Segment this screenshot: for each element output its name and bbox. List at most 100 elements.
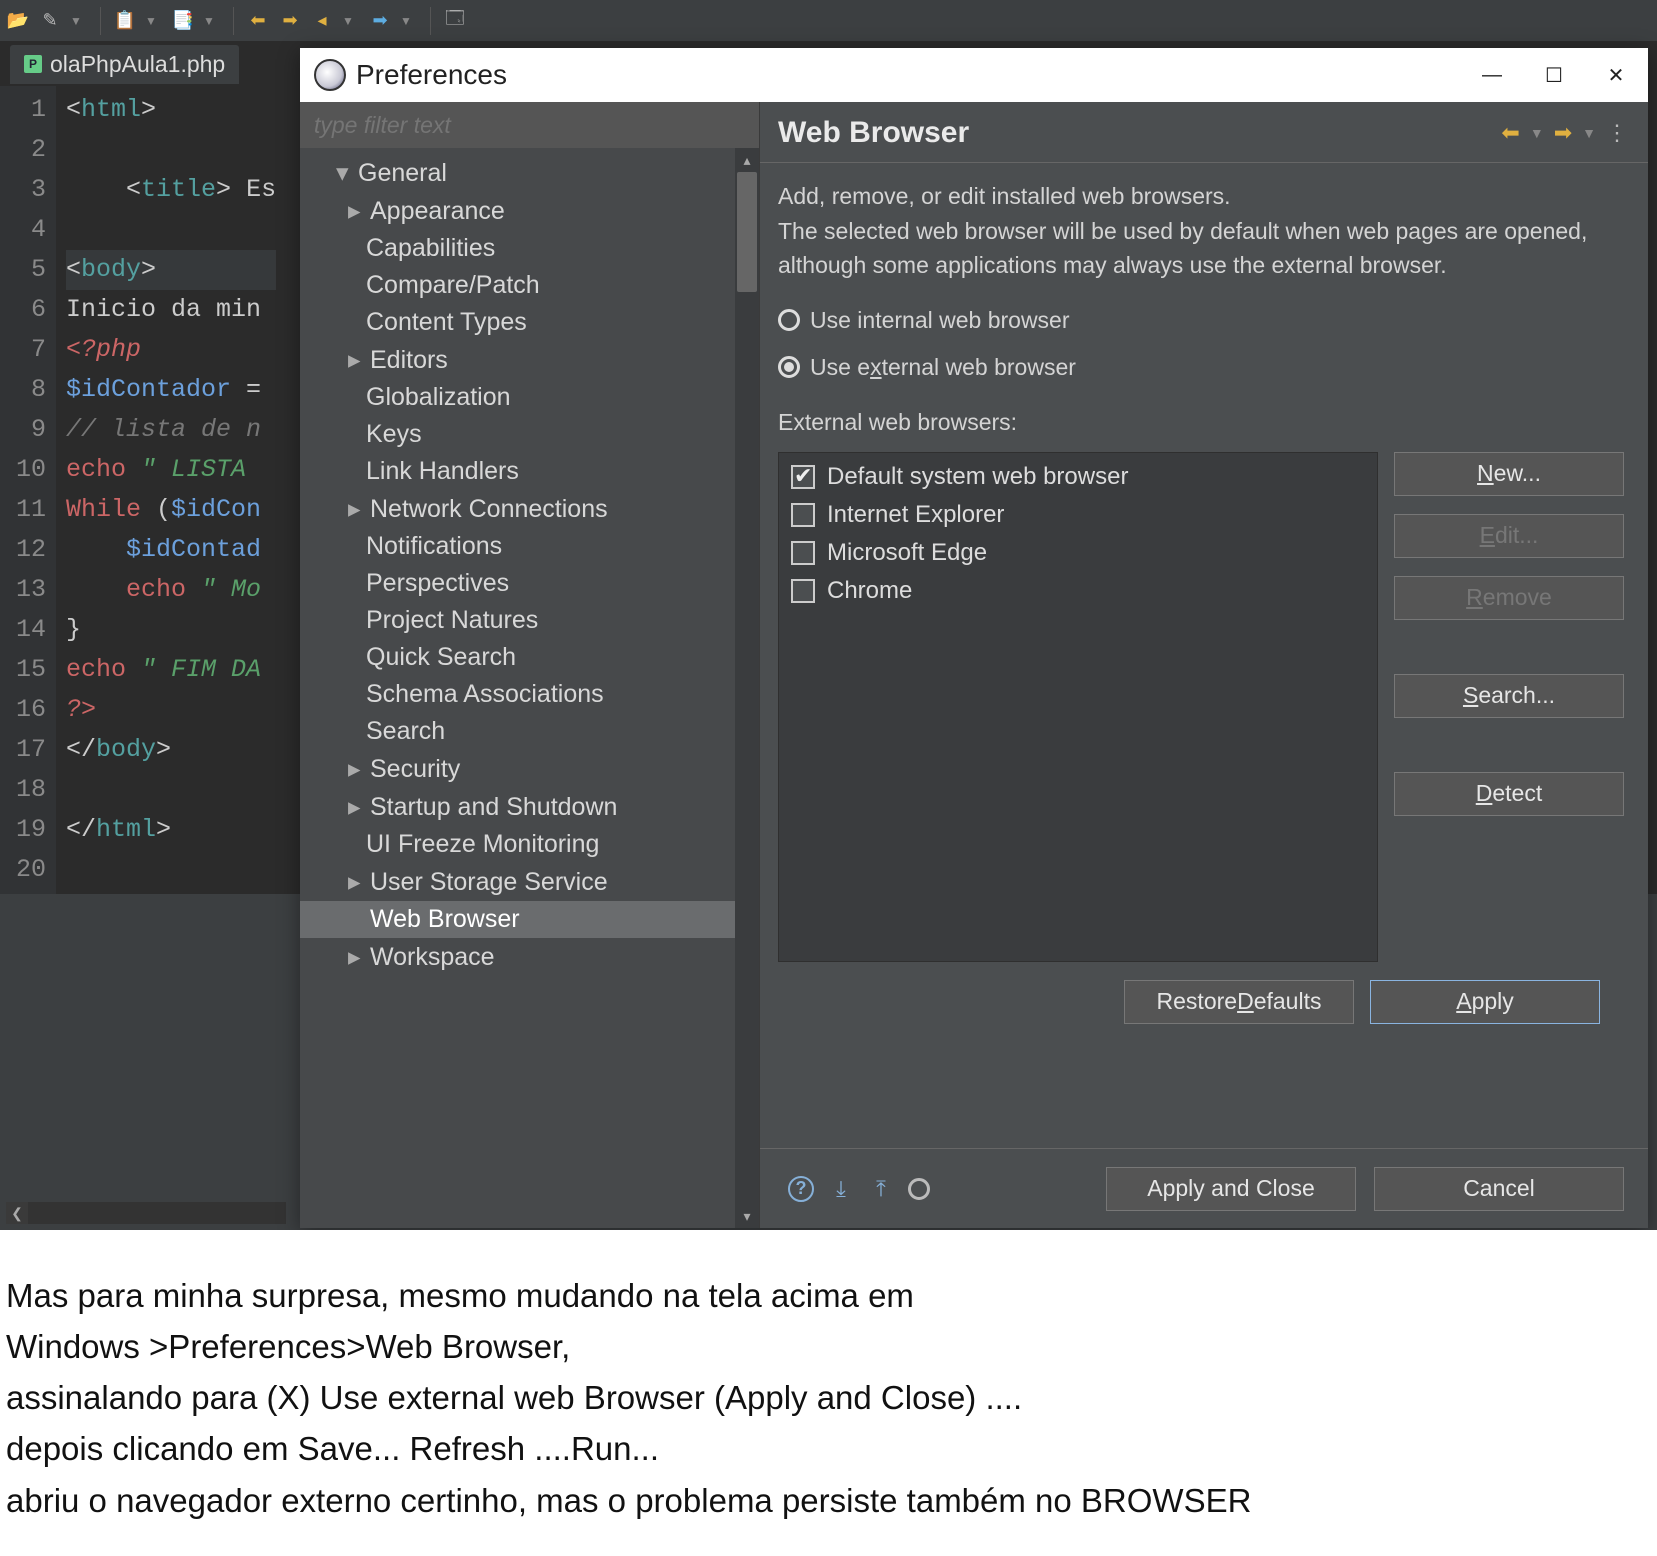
nav-forward-icon[interactable]: ➡ bbox=[278, 9, 302, 33]
scroll-up-icon[interactable]: ▴ bbox=[735, 148, 759, 172]
detect-button[interactable]: Detect bbox=[1394, 772, 1624, 816]
page-description: Add, remove, or edit installed web brows… bbox=[778, 179, 1624, 283]
dialog-titlebar: Preferences — ☐ ✕ bbox=[300, 48, 1648, 102]
ide-toolbar: 📂 ✎ ▼ 📋 ▼ 📑 ▼ ⬅ ➡ ◂ ▼ ➡ ▼ 🗔 bbox=[0, 0, 1657, 42]
browser-list-item[interactable]: Chrome bbox=[791, 577, 1365, 605]
scroll-track[interactable] bbox=[28, 1202, 286, 1224]
separator bbox=[100, 7, 101, 35]
status-icon bbox=[908, 1178, 930, 1200]
nav-back-icon[interactable]: ⬅ bbox=[246, 9, 270, 33]
browser-list-item[interactable]: Default system web browser bbox=[791, 463, 1365, 491]
maximize-button[interactable]: ☐ bbox=[1544, 65, 1564, 85]
radio-external-browser[interactable]: Use external web browser bbox=[778, 354, 1624, 381]
horizontal-scrollbar[interactable]: ❮ bbox=[6, 1202, 286, 1224]
dropdown-icon[interactable]: ▼ bbox=[394, 9, 418, 33]
tree-item[interactable]: Search bbox=[300, 713, 759, 750]
checkbox-icon[interactable] bbox=[791, 579, 815, 603]
preferences-dialog: Preferences — ☐ ✕ ▴ ▾ ▾General▸Appearanc… bbox=[300, 48, 1648, 1228]
editor-tab-label: olaPhpAula1.php bbox=[50, 51, 225, 78]
scroll-down-icon[interactable]: ▾ bbox=[735, 1204, 759, 1228]
tree-item[interactable]: ▸Workspace bbox=[300, 938, 759, 976]
dropdown-icon[interactable]: ▼ bbox=[197, 9, 221, 33]
new-button[interactable]: New... bbox=[1394, 452, 1624, 496]
minimize-button[interactable]: — bbox=[1482, 65, 1502, 85]
tree-item[interactable]: ▾General bbox=[300, 154, 759, 192]
checkbox-icon[interactable] bbox=[791, 503, 815, 527]
tree-item[interactable]: Keys bbox=[300, 416, 759, 453]
filter-input[interactable] bbox=[300, 102, 759, 148]
tree-item[interactable]: ▸Network Connections bbox=[300, 490, 759, 528]
radio-icon[interactable] bbox=[778, 356, 800, 378]
nav-back-icon[interactable]: ⬅ bbox=[1501, 120, 1519, 146]
nav-back-small-icon[interactable]: ◂ bbox=[310, 9, 334, 33]
scroll-thumb[interactable] bbox=[737, 172, 757, 292]
checkbox-icon[interactable] bbox=[791, 465, 815, 489]
tree-item[interactable]: Schema Associations bbox=[300, 676, 759, 713]
tree-item[interactable]: ▸Appearance bbox=[300, 192, 759, 230]
tree-item[interactable]: UI Freeze Monitoring bbox=[300, 826, 759, 863]
tree-item[interactable]: Capabilities bbox=[300, 230, 759, 267]
preferences-page: Web Browser ⬅ ▼ ➡ ▼ ⋮ Add, remove, or ed… bbox=[760, 102, 1648, 1228]
close-button[interactable]: ✕ bbox=[1606, 65, 1626, 85]
radio-internal-browser[interactable]: Use internal web browser bbox=[778, 307, 1624, 334]
browser-list-item[interactable]: Microsoft Edge bbox=[791, 539, 1365, 567]
toolbar-icon[interactable]: 🗔 bbox=[443, 9, 467, 33]
dropdown-icon[interactable]: ▼ bbox=[64, 9, 88, 33]
preferences-page-header: Web Browser ⬅ ▼ ➡ ▼ ⋮ bbox=[760, 102, 1648, 163]
search-button[interactable]: Search... bbox=[1394, 674, 1624, 718]
restore-defaults-button[interactable]: Restore Defaults bbox=[1124, 980, 1354, 1024]
text-line: Windows >Preferences>Web Browser, bbox=[6, 1321, 1651, 1372]
cancel-button[interactable]: Cancel bbox=[1374, 1167, 1624, 1211]
tree-item[interactable]: Web Browser bbox=[300, 901, 759, 938]
toolbar-icon[interactable]: 📂 bbox=[6, 9, 30, 33]
dropdown-icon[interactable]: ▼ bbox=[336, 9, 360, 33]
tree-item[interactable]: Link Handlers bbox=[300, 453, 759, 490]
tree-item[interactable]: Globalization bbox=[300, 379, 759, 416]
tree-item[interactable]: Perspectives bbox=[300, 565, 759, 602]
checkbox-icon[interactable] bbox=[791, 541, 815, 565]
import-icon[interactable]: ⤓ bbox=[828, 1176, 854, 1202]
nav-forward-blue-icon[interactable]: ➡ bbox=[368, 9, 392, 33]
tree-scrollbar[interactable]: ▴ ▾ bbox=[735, 148, 759, 1228]
php-file-icon: P bbox=[24, 55, 42, 73]
dialog-footer: ? ⤓ ⤒ Apply and Close Cancel bbox=[760, 1148, 1648, 1228]
toolbar-icon[interactable]: 📋 bbox=[113, 9, 137, 33]
nav-forward-icon[interactable]: ➡ bbox=[1554, 120, 1572, 146]
browser-list-item[interactable]: Internet Explorer bbox=[791, 501, 1365, 529]
browser-label: Default system web browser bbox=[827, 463, 1128, 491]
toolbar-icon[interactable]: 📑 bbox=[171, 9, 195, 33]
export-icon[interactable]: ⤒ bbox=[868, 1176, 894, 1202]
editor-tab[interactable]: P olaPhpAula1.php bbox=[10, 45, 239, 84]
tree-item[interactable]: ▸Startup and Shutdown bbox=[300, 788, 759, 826]
text-line: Mas para minha surpresa, mesmo mudando n… bbox=[6, 1270, 1651, 1321]
radio-icon[interactable] bbox=[778, 309, 800, 331]
tree-item[interactable]: Project Natures bbox=[300, 602, 759, 639]
dropdown-icon[interactable]: ▼ bbox=[1530, 125, 1544, 141]
text-line: abriu o navegador externo certinho, mas … bbox=[6, 1475, 1651, 1526]
line-number-gutter: 1234567891011121314151617181920 bbox=[0, 86, 56, 894]
code-content[interactable]: <html> <title> Es <body>Inicio da min<?p… bbox=[56, 86, 276, 894]
apply-button[interactable]: Apply bbox=[1370, 980, 1600, 1024]
tree-item[interactable]: Content Types bbox=[300, 304, 759, 341]
preferences-tree[interactable]: ▴ ▾ ▾General▸AppearanceCapabilitiesCompa… bbox=[300, 148, 759, 1228]
tree-item[interactable]: Notifications bbox=[300, 528, 759, 565]
browser-label: Internet Explorer bbox=[827, 501, 1004, 529]
tree-item[interactable]: Compare/Patch bbox=[300, 267, 759, 304]
article-text: Mas para minha surpresa, mesmo mudando n… bbox=[0, 1230, 1657, 1556]
tree-item[interactable]: ▸User Storage Service bbox=[300, 863, 759, 901]
toolbar-icon[interactable]: ✎ bbox=[38, 9, 62, 33]
dropdown-icon[interactable]: ▼ bbox=[1582, 125, 1596, 141]
browser-list[interactable]: Default system web browser Internet Explo… bbox=[778, 452, 1378, 962]
preferences-tree-panel: ▴ ▾ ▾General▸AppearanceCapabilitiesCompa… bbox=[300, 102, 760, 1228]
dropdown-icon[interactable]: ▼ bbox=[139, 9, 163, 33]
menu-icon[interactable]: ⋮ bbox=[1606, 120, 1628, 146]
separator bbox=[430, 7, 431, 35]
tree-item[interactable]: ▸Editors bbox=[300, 341, 759, 379]
tree-item[interactable]: ▸Security bbox=[300, 750, 759, 788]
apply-and-close-button[interactable]: Apply and Close bbox=[1106, 1167, 1356, 1211]
remove-button: Remove bbox=[1394, 576, 1624, 620]
scroll-left-icon[interactable]: ❮ bbox=[6, 1202, 28, 1224]
browser-label: Microsoft Edge bbox=[827, 539, 987, 567]
tree-item[interactable]: Quick Search bbox=[300, 639, 759, 676]
help-icon[interactable]: ? bbox=[788, 1176, 814, 1202]
